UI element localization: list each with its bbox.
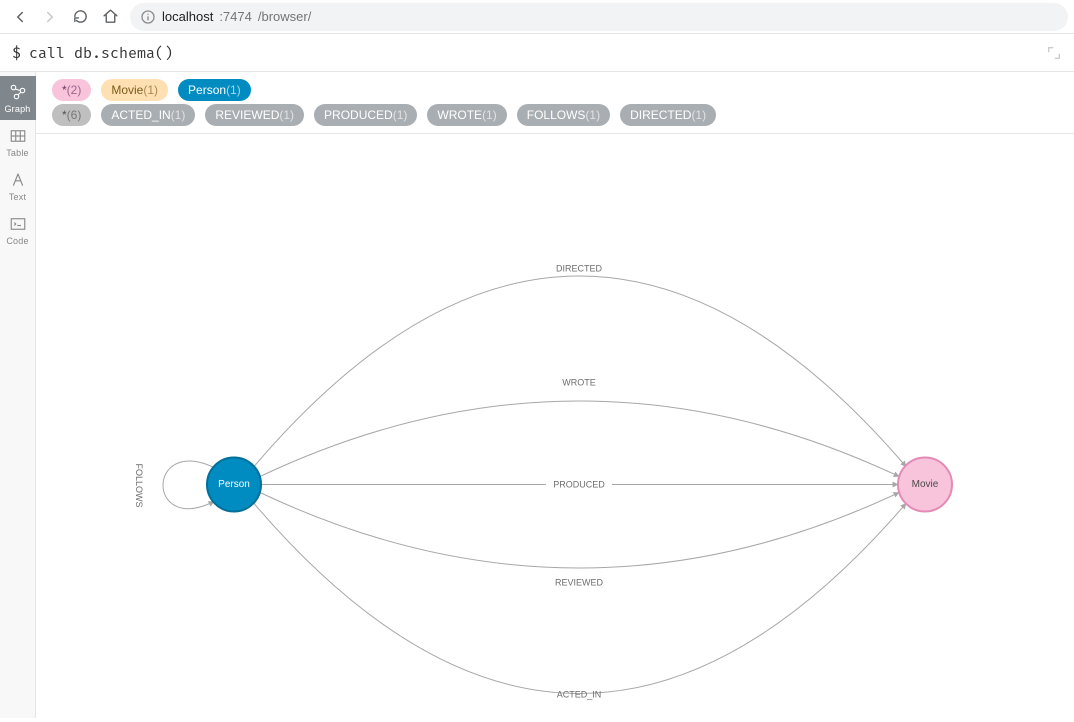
pill-label: FOLLOWS: [527, 106, 586, 124]
query-editor[interactable]: $ call db.schema(): [0, 34, 1074, 72]
pill-label: ACTED_IN: [111, 106, 170, 124]
edge-label: FOLLOWS: [134, 463, 144, 507]
pill-label: Person: [188, 81, 226, 99]
graph-icon: [8, 82, 28, 102]
pill-count: (1): [585, 106, 600, 124]
sidebar-item-graph[interactable]: Graph: [0, 76, 36, 120]
text-icon: [8, 170, 28, 190]
graph-canvas[interactable]: DIRECTED WROTE PRODUCED REVIEWED: [36, 134, 1074, 719]
node-label-pill[interactable]: *(2): [52, 79, 91, 101]
back-button[interactable]: [6, 3, 34, 31]
site-info-icon: [140, 9, 156, 25]
edge-follows[interactable]: FOLLOWS: [134, 461, 214, 509]
forward-button[interactable]: [36, 3, 64, 31]
result-view-sidebar: Graph Table Text Code: [0, 72, 36, 718]
sidebar-item-text[interactable]: Text: [0, 164, 36, 208]
node-label: Person: [218, 479, 250, 490]
edge-label: WROTE: [562, 378, 596, 388]
home-button[interactable]: [96, 3, 124, 31]
node-label-pill[interactable]: Movie(1): [101, 79, 168, 101]
edge-label: PRODUCED: [553, 480, 605, 490]
table-icon: [8, 126, 28, 146]
relationship-type-pill[interactable]: REVIEWED(1): [205, 104, 304, 126]
node-label-row: *(2)Movie(1)Person(1): [52, 79, 1064, 101]
sidebar-item-label: Graph: [4, 104, 30, 114]
relationship-type-pill[interactable]: FOLLOWS(1): [517, 104, 610, 126]
arrow-left-icon: [11, 8, 29, 26]
reload-button[interactable]: [66, 3, 94, 31]
legend-bar: *(2)Movie(1)Person(1) *(6)ACTED_IN(1)REV…: [36, 72, 1074, 134]
sidebar-item-table[interactable]: Table: [0, 120, 36, 164]
relationship-type-pill[interactable]: PRODUCED(1): [314, 104, 417, 126]
home-icon: [102, 8, 119, 25]
url-host: localhost: [162, 9, 213, 24]
reload-icon: [72, 8, 89, 25]
pill-count: (1): [393, 106, 408, 124]
node-movie[interactable]: Movie: [898, 458, 952, 512]
pill-label: DIRECTED: [630, 106, 691, 124]
url-path: /browser/: [258, 9, 311, 24]
sidebar-item-label: Code: [6, 236, 28, 246]
url-port: :7474: [219, 9, 252, 24]
pill-count: (2): [67, 81, 82, 99]
node-label: Movie: [912, 479, 939, 490]
pill-count: (1): [143, 81, 158, 99]
edge-label: REVIEWED: [555, 578, 604, 588]
pill-count: (1): [171, 106, 186, 124]
relationship-type-pill[interactable]: DIRECTED(1): [620, 104, 716, 126]
relationship-type-pill[interactable]: *(6): [52, 104, 91, 126]
sidebar-item-code[interactable]: Code: [0, 208, 36, 252]
sidebar-item-label: Table: [6, 148, 29, 158]
pill-count: (1): [279, 106, 294, 124]
edge-directed[interactable]: DIRECTED: [254, 264, 906, 467]
pill-count: (6): [67, 106, 82, 124]
prompt-symbol: $: [12, 44, 21, 62]
relationship-type-row: *(6)ACTED_IN(1)REVIEWED(1)PRODUCED(1)WRO…: [52, 104, 1064, 126]
pill-label: WROTE: [437, 106, 482, 124]
relationship-type-pill[interactable]: ACTED_IN(1): [101, 104, 195, 126]
pill-count: (1): [226, 81, 241, 99]
pill-label: REVIEWED: [215, 106, 279, 124]
relationship-type-pill[interactable]: WROTE(1): [427, 104, 506, 126]
node-label-pill[interactable]: Person(1): [178, 79, 251, 101]
code-icon: [8, 214, 28, 234]
edge-wrote[interactable]: WROTE: [260, 378, 899, 477]
node-person[interactable]: Person: [207, 458, 261, 512]
arrow-right-icon: [41, 8, 59, 26]
edge-reviewed[interactable]: REVIEWED: [260, 493, 899, 588]
edge-acted-in[interactable]: ACTED_IN: [254, 504, 906, 700]
pill-label: Movie: [111, 81, 143, 99]
expand-icon[interactable]: [1046, 45, 1062, 61]
edge-label: DIRECTED: [556, 264, 603, 274]
browser-address-bar: localhost :7474/browser/: [0, 0, 1074, 34]
pill-count: (1): [482, 106, 497, 124]
sidebar-item-label: Text: [9, 192, 26, 202]
pill-count: (1): [691, 106, 706, 124]
url-input[interactable]: localhost :7474/browser/: [130, 3, 1068, 31]
edge-produced[interactable]: PRODUCED: [261, 477, 898, 491]
query-text: call db.schema(): [29, 44, 173, 62]
pill-label: PRODUCED: [324, 106, 393, 124]
edge-label: ACTED_IN: [557, 690, 602, 700]
